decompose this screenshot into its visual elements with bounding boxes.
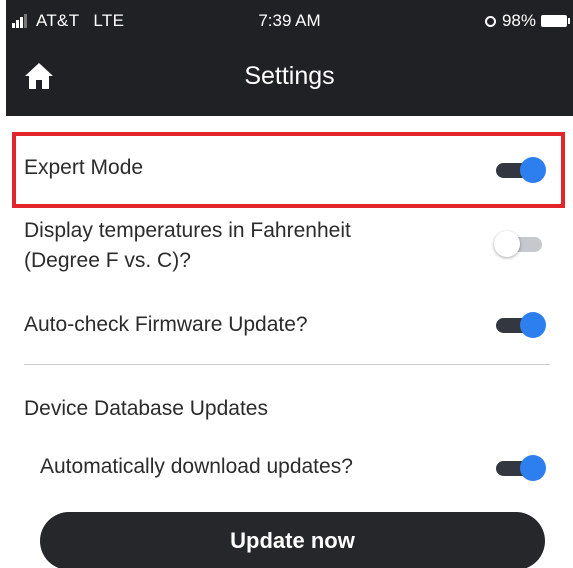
app-header: Settings [6,40,573,116]
status-right: 98% [484,11,570,31]
expert-mode-toggle[interactable] [496,157,546,183]
toggle-knob [520,455,546,481]
firmware-label: Auto-check Firmware Update? [24,313,308,336]
section-title: Device Database Updates [24,397,268,420]
section-database-updates: Device Database Updates [0,392,573,428]
setting-row-auto-download: Automatically download updates? [0,450,573,490]
settings-screen: AT&T LTE 7:39 AM 98% Settings Expert Mod… [0,0,573,568]
toggle-knob [520,157,546,183]
divider [24,364,550,365]
page-title: Settings [244,62,335,90]
toggle-knob [520,312,546,338]
fahrenheit-label-line2: (Degree F vs. C)? [24,249,191,272]
settings-list: Expert Mode Display temperatures in Fahr… [0,116,573,568]
battery-percent: 98% [501,11,536,30]
top-bar: AT&T LTE 7:39 AM 98% Settings [6,0,573,116]
fahrenheit-label-line1: Display temperatures in Fahrenheit [24,219,351,242]
setting-row-fahrenheit: Display temperatures in Fahrenheit (Degr… [0,214,573,284]
update-now-button[interactable]: Update now [40,512,545,568]
auto-download-label: Automatically download updates? [40,455,353,478]
expert-mode-label: Expert Mode [24,156,144,179]
fahrenheit-toggle[interactable] [494,231,546,257]
firmware-toggle[interactable] [496,312,546,338]
setting-row-firmware: Auto-check Firmware Update? [0,306,573,346]
status-bar: AT&T LTE 7:39 AM 98% [6,0,573,40]
battery-icon [541,15,570,27]
alarm-icon [484,15,496,27]
setting-row-expert-mode: Expert Mode [0,132,573,208]
toggle-knob [494,231,520,257]
auto-download-toggle[interactable] [496,455,546,481]
